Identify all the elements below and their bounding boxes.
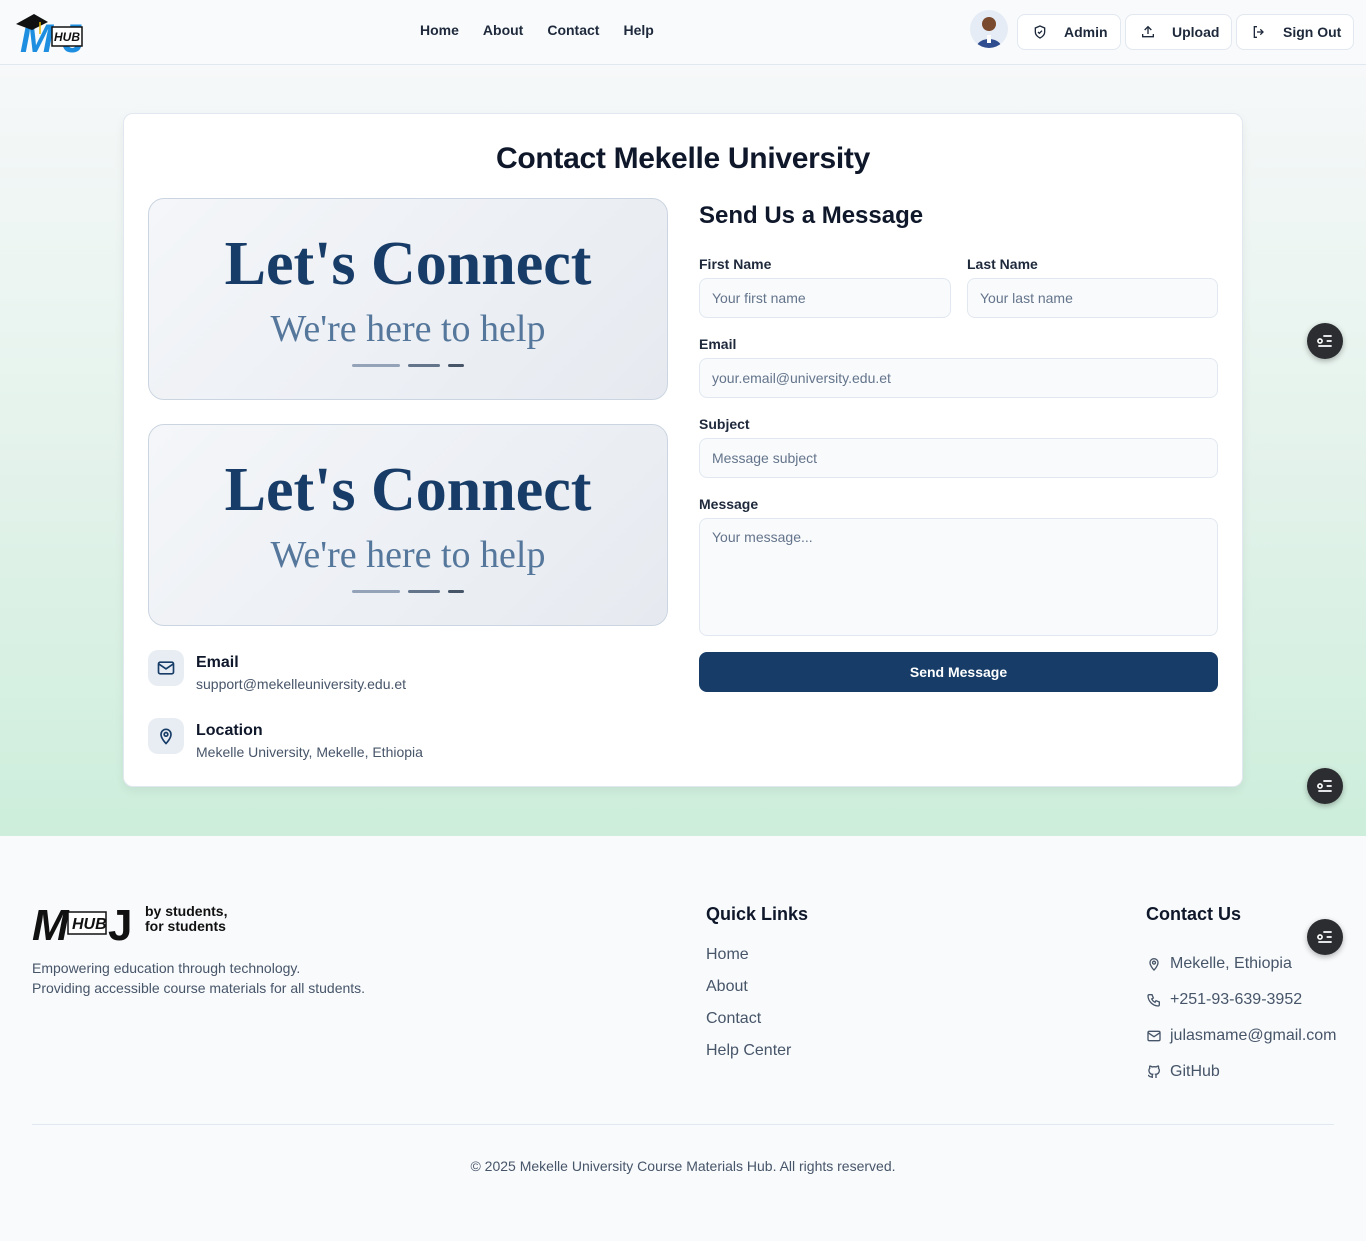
header: M J HUB Home About Contact Help Admin Up… xyxy=(0,0,1366,65)
footer-link-about[interactable]: About xyxy=(706,978,791,1010)
footer-logo-hub-text: HUB xyxy=(72,916,107,933)
floating-settings-button[interactable] xyxy=(1307,768,1343,804)
admin-button[interactable]: Admin xyxy=(1017,14,1121,50)
copyright: © 2025 Mekelle University Course Materia… xyxy=(470,1158,896,1174)
footer-description: Empowering education through technology.… xyxy=(32,958,365,998)
logo-hub-text: HUB xyxy=(54,30,80,44)
banner-dash xyxy=(352,364,400,367)
message-label: Message xyxy=(699,496,759,512)
admin-label: Admin xyxy=(1064,24,1108,40)
page-title: Contact Mekelle University xyxy=(496,142,870,175)
quick-links-title: Quick Links xyxy=(706,904,809,924)
info-label: Location xyxy=(196,722,263,739)
subject-field[interactable] xyxy=(699,438,1218,478)
last-name-field[interactable] xyxy=(967,278,1218,318)
connect-banner: Let's Connect We're here to help xyxy=(148,424,668,626)
shield-icon xyxy=(1034,25,1046,39)
first-name-field[interactable] xyxy=(699,278,951,318)
sliders-icon xyxy=(1317,780,1332,792)
contact-card: Contact Mekelle University Let's Connect… xyxy=(123,113,1243,787)
footer-phone-text: +251-93-639-3952 xyxy=(1170,991,1303,1008)
upload-label: Upload xyxy=(1172,24,1220,40)
upload-button[interactable]: Upload xyxy=(1125,14,1233,50)
footer-divider xyxy=(32,1124,1334,1125)
contact-info-email: Email support@mekelleuniversity.edu.et xyxy=(148,650,406,692)
site-logo[interactable]: M J HUB xyxy=(14,10,104,61)
email-field[interactable] xyxy=(699,358,1218,398)
svg-text:J: J xyxy=(108,901,132,944)
github-icon xyxy=(1147,1065,1161,1078)
nav-about[interactable]: About xyxy=(483,22,523,38)
sliders-icon xyxy=(1317,931,1332,943)
phone-icon xyxy=(1147,994,1160,1007)
footer-desc-line: Empowering education through technology. xyxy=(32,960,301,976)
footer-logo: M J HUB by students, for students xyxy=(32,898,242,950)
log-out-icon xyxy=(1253,26,1264,38)
connect-banner: Let's Connect We're here to help xyxy=(148,198,668,400)
banner-dash xyxy=(352,590,400,593)
footer-link-contact[interactable]: Contact xyxy=(706,1010,791,1042)
contact-us-title: Contact Us xyxy=(1146,904,1242,924)
banner-dash xyxy=(448,590,464,593)
floating-settings-button[interactable] xyxy=(1307,919,1343,955)
banner-dash xyxy=(408,590,440,593)
footer-desc-line: Providing accessible course materials fo… xyxy=(32,980,366,996)
banner-headline: Let's Connect xyxy=(224,230,592,298)
sign-out-button[interactable]: Sign Out xyxy=(1236,14,1355,50)
tagline-line-1: by students, xyxy=(145,903,228,919)
main-nav: Home About Contact Help xyxy=(420,22,654,38)
banner-subline: We're here to help xyxy=(270,534,546,576)
sliders-icon xyxy=(1317,335,1332,347)
footer-link-home[interactable]: Home xyxy=(706,946,791,978)
mail-icon xyxy=(148,650,184,686)
footer-email-text: julasmame@gmail.com xyxy=(1170,1027,1337,1044)
send-message-button[interactable]: Send Message xyxy=(699,652,1218,692)
banner-dash xyxy=(448,364,464,367)
footer-phone[interactable]: +251-93-639-3952 xyxy=(1146,982,1337,1018)
last-name-label: Last Name xyxy=(967,256,1038,272)
banner-subline: We're here to help xyxy=(270,308,546,350)
info-label: Email xyxy=(196,654,239,671)
footer: M J HUB by students, for students Empowe… xyxy=(0,836,1366,1241)
upload-icon xyxy=(1142,25,1154,38)
footer-email[interactable]: julasmame@gmail.com xyxy=(1146,1018,1337,1054)
footer-github[interactable]: GitHub xyxy=(1146,1054,1337,1090)
info-value: Mekelle University, Mekelle, Ethiopia xyxy=(196,744,423,760)
mail-icon xyxy=(1147,1030,1161,1042)
nav-home[interactable]: Home xyxy=(420,22,459,38)
user-avatar[interactable] xyxy=(970,10,1008,48)
map-pin-icon xyxy=(148,718,184,754)
footer-location-text: Mekelle, Ethiopia xyxy=(1170,955,1292,972)
floating-settings-button[interactable] xyxy=(1307,323,1343,359)
banner-headline: Let's Connect xyxy=(224,456,592,524)
quick-links: Home About Contact Help Center xyxy=(706,946,791,1074)
map-pin-icon xyxy=(1149,958,1159,971)
email-label: Email xyxy=(699,336,737,352)
svg-text:M: M xyxy=(32,901,70,944)
footer-link-help-center[interactable]: Help Center xyxy=(706,1042,791,1074)
first-name-label: First Name xyxy=(699,256,772,272)
message-field[interactable] xyxy=(699,518,1218,636)
footer-github-text: GitHub xyxy=(1170,1063,1220,1080)
subject-label: Subject xyxy=(699,416,750,432)
info-value: support@mekelleuniversity.edu.et xyxy=(196,676,407,692)
contact-info-location: Location Mekelle University, Mekelle, Et… xyxy=(148,718,423,760)
sign-out-label: Sign Out xyxy=(1283,24,1342,40)
form-title: Send Us a Message xyxy=(699,202,924,229)
footer-contact: Mekelle, Ethiopia +251-93-639-3952 julas… xyxy=(1146,946,1337,1090)
nav-help[interactable]: Help xyxy=(623,22,653,38)
banner-dash xyxy=(408,364,440,367)
nav-contact[interactable]: Contact xyxy=(547,22,599,38)
footer-location: Mekelle, Ethiopia xyxy=(1146,946,1337,982)
tagline-line-2: for students xyxy=(145,918,226,934)
